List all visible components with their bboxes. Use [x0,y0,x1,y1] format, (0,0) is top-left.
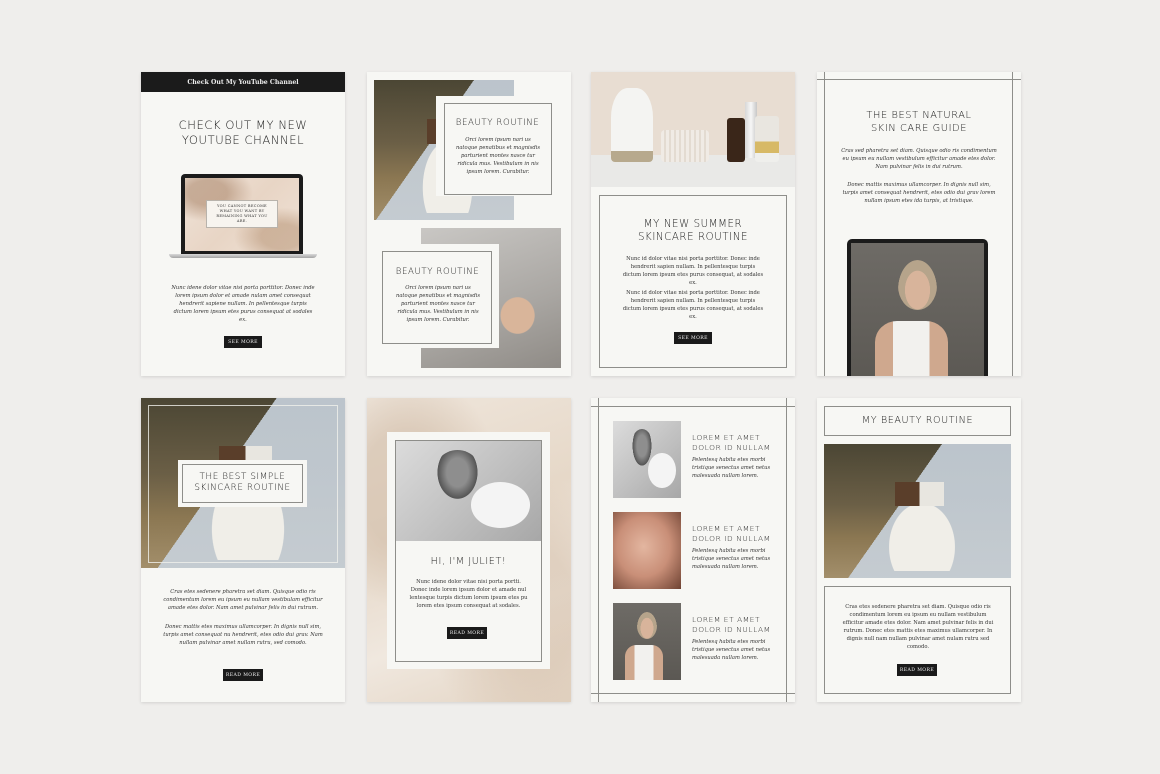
card-title: MY BEAUTY ROUTINE [861,414,974,426]
card-body-2: Nunc id dolor vitae nisi porta porttitor… [622,290,764,321]
laptop-screen: YOU CANNOT BECOME WHAT YOU WANT BY REMAI… [181,174,303,254]
frame-line-right [786,398,787,702]
template-simple-skincare[interactable]: THE BEST SIMPLE SKINCARE ROUTINE Cras et… [141,398,345,702]
template-beauty-routine-collage[interactable]: BEAUTY ROUTINE Orci lorem ipsum nari us … [367,72,571,376]
list-item[interactable]: LOREM ET AMET DOLOR ID NULLAM Pelentesq … [613,603,783,680]
card-title: HI, I'M JULIET! [430,556,507,567]
template-youtube-channel[interactable]: Check Out My YouTube Channel CHECK OUT M… [141,72,345,376]
read-more-button[interactable]: READ MORE [223,669,263,681]
template-summer-skincare[interactable]: MY NEW SUMMER SKINCARE ROUTINE Nunc id d… [591,72,795,376]
card-body-2: Donec mattis etes maximus ullamcorper. I… [163,624,323,647]
list-item-title: LOREM ET AMET DOLOR ID NULLAM [692,433,771,452]
list-item-body: Pelentesq habita etes morbi tristique se… [692,639,771,662]
block-body: Orci lorem ipsum nari us natoque penatib… [456,137,541,176]
list-item-photo [613,603,681,680]
text-panel-2: BEAUTY ROUTINE Orci lorem ipsum nari us … [376,244,499,348]
template-my-beauty-routine[interactable]: MY BEAUTY ROUTINE Cras etes sedenere pha… [817,398,1021,702]
card-body-1: Nunc id dolor vitae nisi porta porttitor… [622,256,764,287]
frame-line-bottom [591,693,795,694]
photo-skincare-products [591,72,795,187]
content-panel: HI, I'M JULIET! Nunc idene dolor vitae n… [387,432,550,669]
title-box: MY BEAUTY ROUTINE [824,406,1011,436]
list-item-photo [613,512,681,589]
card-body-1: Cras etes sedenere pharetra set diam. Qu… [163,589,323,612]
see-more-button[interactable]: SEE MORE [674,332,712,344]
see-more-button[interactable]: SEE MORE [224,336,262,348]
frame-line-left [598,398,599,702]
list-item-body: Pelentesq habita etes morbi tristique se… [692,457,771,480]
quote-box: YOU CANNOT BECOME WHAT YOU WANT BY REMAI… [205,199,279,228]
tablet-mockup [847,239,988,376]
list-item-photo [613,421,681,498]
card-title: THE BEST SIMPLE SKINCARE ROUTINE [194,472,291,494]
header-bar: Check Out My YouTube Channel [141,72,345,92]
list-item-title: LOREM ET AMET DOLOR ID NULLAM [692,615,771,634]
frame-line-top [817,79,1021,80]
card-title: MY NEW SUMMER SKINCARE ROUTINE [637,219,749,244]
card-body-2: Donec mattis maximus ullamcorper. In dig… [842,182,996,205]
frame-line-top [591,406,795,407]
block-body: Orci lorem ipsum nari us natoque penatib… [396,285,481,324]
template-hi-juliet[interactable]: HI, I'M JULIET! Nunc idene dolor vitae n… [367,398,571,702]
list-item-body: Pelentesq habita etes morbi tristique se… [692,548,771,571]
text-panel-1: BEAUTY ROUTINE Orci lorem ipsum nari us … [436,96,559,196]
template-lorem-list[interactable]: LOREM ET AMET DOLOR ID NULLAM Pelentesq … [591,398,795,702]
card-body-1: Cras sed pharetra set diam. Quisque odio… [841,148,997,171]
laptop-base [169,254,317,258]
title-panel: THE BEST SIMPLE SKINCARE ROUTINE [178,460,307,507]
block-title: BEAUTY ROUTINE [395,267,480,277]
card-body: Nunc idene dolor vitae nisi porta portti… [409,579,528,610]
perfume [755,116,779,162]
card-title: CHECK OUT MY NEW YOUTUBE CHANNEL [178,118,308,147]
list-item-title: LOREM ET AMET DOLOR ID NULLAM [692,524,771,543]
list-item[interactable]: LOREM ET AMET DOLOR ID NULLAM Pelentesq … [613,512,783,589]
read-more-button[interactable]: READ MORE [897,664,937,676]
vase [611,88,653,162]
photo-woman-reading-outdoors [824,444,1011,578]
laptop-mockup: YOU CANNOT BECOME WHAT YOU WANT BY REMAI… [169,174,317,260]
jar [661,130,709,162]
card-body: Nunc idene dolor vitae nisi porta portti… [171,285,315,324]
card-title: THE BEST NATURAL SKIN CARE GUIDE [866,110,972,134]
list-item[interactable]: LOREM ET AMET DOLOR ID NULLAM Pelentesq … [613,421,783,498]
card-body: Cras etes sedenere pharetra set diam. Qu… [842,604,994,651]
template-natural-skin-care[interactable]: THE BEST NATURAL SKIN CARE GUIDE Cras se… [817,72,1021,376]
photo-woman-portrait [851,243,984,376]
read-more-button[interactable]: READ MORE [447,627,487,639]
block-title: BEAUTY ROUTINE [455,118,540,128]
header-bar-text: Check Out My YouTube Channel [187,78,299,86]
serum [727,118,745,162]
